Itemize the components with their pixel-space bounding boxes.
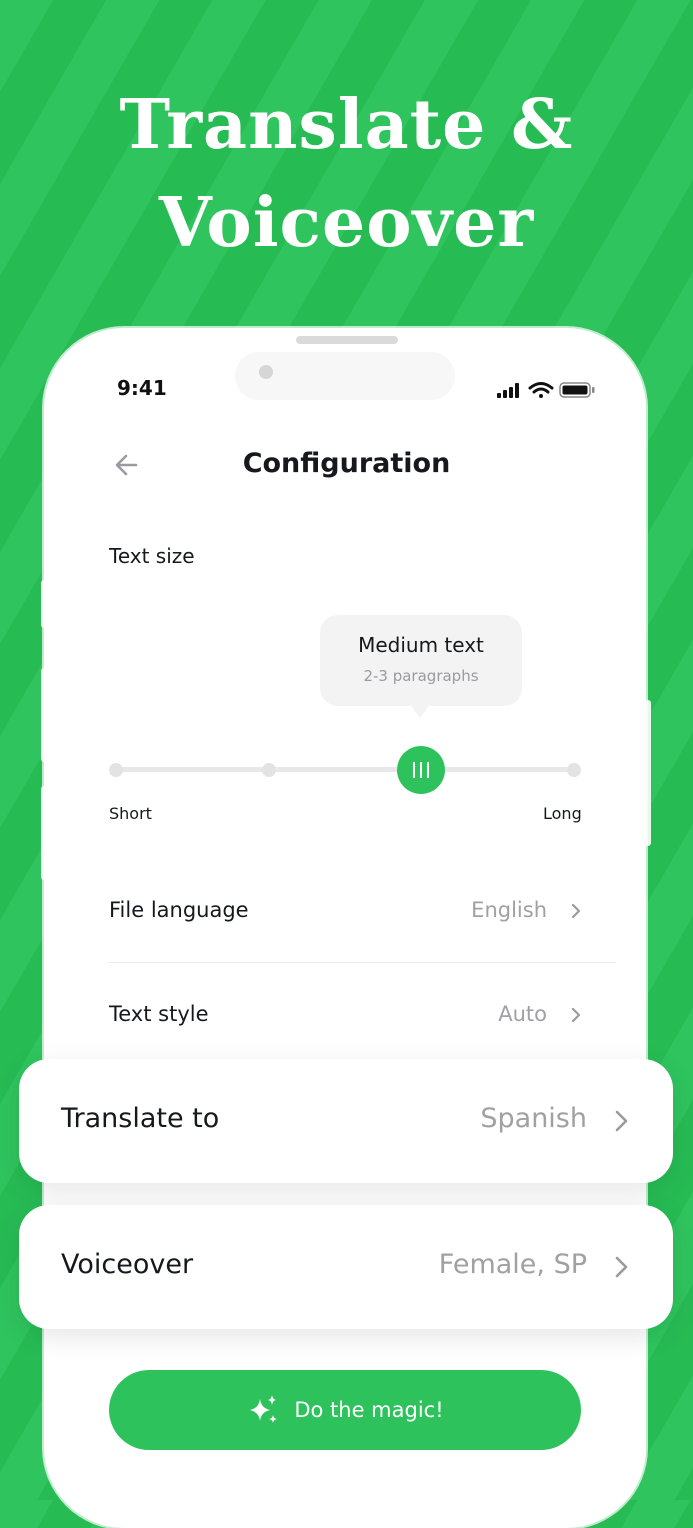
text-style-value: Auto [498,1002,547,1026]
slider-max-label: Long [543,804,582,823]
text-size-label: Text size [109,544,195,568]
signal-icon [497,383,519,398]
tooltip-title: Medium text [358,633,484,657]
slider-min-label: Short [109,804,152,823]
file-language-label: File language [109,898,249,922]
wifi-icon [528,382,554,398]
voiceover-label: Voiceover [61,1249,194,1280]
headline-line-1: Translate & [119,85,574,165]
do-the-magic-label: Do the magic! [294,1398,444,1422]
translate-to-card[interactable]: Translate to Spanish [19,1059,673,1183]
voiceover-value: Female, SP [438,1249,587,1280]
slider-thumb[interactable] [397,746,445,794]
camera-icon [259,365,273,379]
page-title: Configuration [242,448,451,479]
text-size-tooltip: Medium text 2-3 paragraphs [320,615,522,706]
translate-to-value: Spanish [480,1103,587,1134]
chevron-right-icon [571,903,581,919]
headline-line-2: Voiceover [158,183,535,263]
translate-to-label: Translate to [61,1103,220,1134]
phone-frame [44,328,646,1528]
text-style-label: Text style [109,1002,209,1026]
status-icons [497,382,595,398]
slider-step-2[interactable] [262,763,276,777]
slider-step-1[interactable] [109,763,123,777]
slider-step-4[interactable] [567,763,581,777]
tooltip-subtitle: 2-3 paragraphs [363,667,479,685]
tooltip-pointer [410,704,430,718]
text-size-slider-track[interactable] [116,767,574,772]
battery-icon [559,382,595,398]
voiceover-card[interactable]: Voiceover Female, SP [19,1205,673,1329]
phone-speaker [296,336,398,344]
chevron-right-icon [615,1110,628,1132]
row-divider [108,962,616,963]
chevron-right-icon [571,1007,581,1023]
do-the-magic-button[interactable]: Do the magic! [109,1370,581,1450]
chevron-right-icon [615,1256,628,1278]
file-language-value: English [471,898,547,922]
sparkles-icon [250,1395,278,1423]
headline: Translate & Voiceover [0,76,693,272]
status-time: 9:41 [117,376,167,400]
